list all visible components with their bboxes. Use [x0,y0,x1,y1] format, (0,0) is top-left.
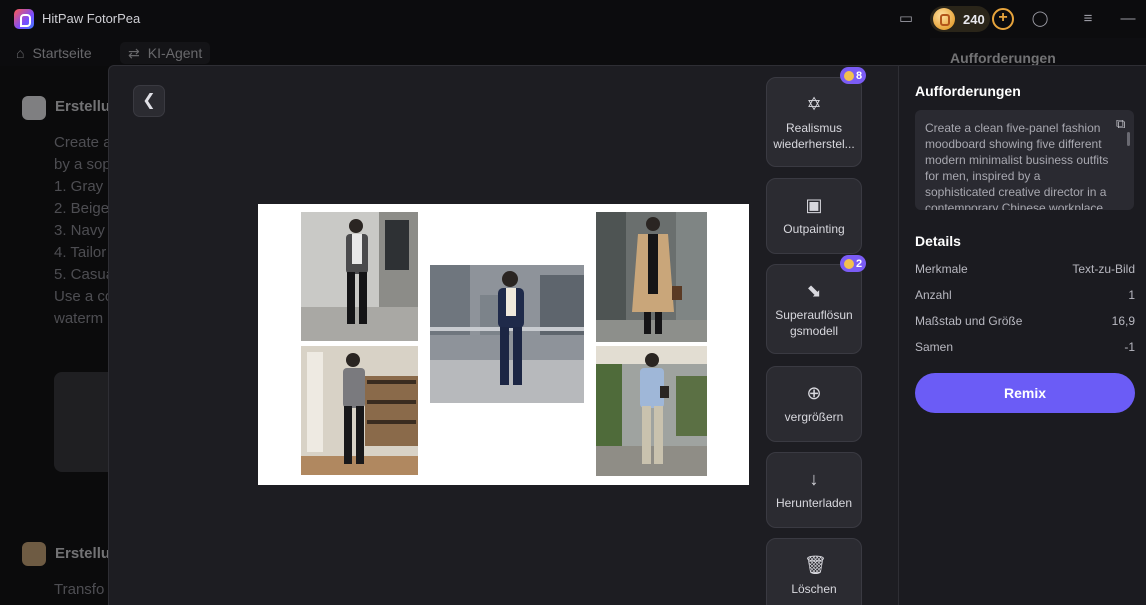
minimize-icon[interactable]: — [1118,9,1138,29]
outpainting-label: Outpainting [783,222,845,236]
detail-value: 1 [1128,288,1135,302]
details-title: Details [915,233,961,249]
remix-button[interactable]: Remix [915,373,1135,413]
prompt-text-box[interactable]: Create a clean five-panel fashion moodbo… [915,110,1134,210]
credits-value: 240 [963,11,985,27]
restore-realism-label: Realismus wiederherstel... [773,121,855,151]
detail-row: Merkmale Text-zu-Bild [915,262,1135,278]
outpainting-button[interactable]: ▣ Outpainting [766,178,862,254]
app-window: HitPaw FotorPea ▭ 240 + ◯ ≡ — ⌂ Startsei… [0,0,1146,605]
account-icon[interactable]: ◯ [1030,9,1050,29]
detail-row: Samen -1 [915,340,1135,356]
zoom-in-icon: ⊕ [806,383,822,403]
message-icon[interactable]: ▭ [896,9,916,29]
coin-icon [843,258,854,269]
moodboard-photo-trench [596,212,707,342]
image-viewer-modal: ❮ ✡ Realismus wiederherstel... 8 ▣ Outpa… [108,65,1146,605]
moodboard-photo-gray [301,212,418,341]
detail-row: Maßstab und Größe 16,9 [915,314,1135,330]
detail-value: -1 [1124,340,1135,354]
moodboard-photo-navy [430,265,584,403]
cost-value: 8 [855,69,863,82]
coin-icon [933,8,955,30]
moodboard-photo-vest [301,346,418,475]
realism-icon: ✡ [806,94,822,114]
moodboard-photo-casual [596,346,707,476]
detail-key: Anzahl [915,288,952,302]
prompt-text: Create a clean five-panel fashion moodbo… [925,121,1109,210]
detail-key: Merkmale [915,262,968,276]
trash-icon: 🗑 [804,555,827,575]
prompt-scrollbar[interactable] [1127,132,1130,146]
credits-badge[interactable]: 240 [930,6,990,32]
detail-key: Maßstab und Größe [915,314,1023,328]
delete-label: Löschen [791,582,837,596]
expand-icon: ⬊ [806,281,822,301]
copy-icon[interactable]: ⧉ [1116,116,1130,131]
back-button[interactable]: ❮ [133,85,165,117]
cost-badge-superres: 2 [840,255,866,272]
prompts-title: Aufforderungen [915,83,1021,99]
cost-badge-realism: 8 [840,67,866,84]
add-credits-button[interactable]: + [992,8,1014,30]
detail-value: 16,9 [1111,314,1135,328]
superresolution-button[interactable]: ⬊ Superauflösun gsmodell [766,264,862,354]
details-panel: Aufforderungen Create a clean five-panel… [898,66,1146,605]
zoom-label: vergrößern [784,410,844,424]
detail-value: Text-zu-Bild [1072,262,1135,276]
download-label: Herunterladen [775,496,853,510]
coin-icon [843,70,854,81]
download-icon: ↓ [809,469,819,489]
zoom-button[interactable]: ⊕ vergrößern [766,366,862,442]
detail-key: Samen [915,340,954,354]
generated-image[interactable] [258,204,749,485]
cost-value: 2 [855,257,863,270]
delete-button[interactable]: 🗑 Löschen [766,538,862,605]
detail-row: Anzahl 1 [915,288,1135,304]
chevron-left-icon: ❮ [142,92,156,109]
restore-realism-button[interactable]: ✡ Realismus wiederherstel... [766,77,862,167]
title-bar: HitPaw FotorPea ▭ 240 + ◯ ≡ — [0,0,1146,38]
app-logo-icon [14,9,34,29]
app-title: HitPaw FotorPea [42,11,141,26]
superresolution-label: Superauflösun gsmodell [775,308,853,338]
menu-icon[interactable]: ≡ [1078,9,1098,29]
outpainting-icon: ▣ [805,195,823,215]
download-button[interactable]: ↓ Herunterladen [766,452,862,528]
